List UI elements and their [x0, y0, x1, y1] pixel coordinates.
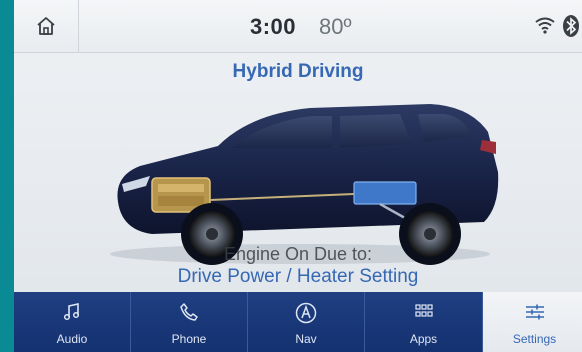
nav-settings[interactable]: Settings	[483, 292, 582, 352]
nav-navigation[interactable]: Nav	[248, 292, 365, 352]
bottom-nav: Audio Phone Nav Apps Settings	[14, 292, 582, 352]
navigation-icon	[295, 302, 317, 324]
nav-label: Phone	[171, 332, 207, 346]
apps-grid-icon	[414, 304, 433, 317]
page-title: Hybrid Driving	[232, 61, 364, 82]
wifi-icon	[535, 17, 555, 34]
home-button[interactable]	[14, 0, 79, 52]
infotainment-screen: 3:00 80º Hybrid Driving Engine On Due to…	[14, 0, 582, 352]
phone-icon	[180, 303, 198, 321]
nav-label: Audio	[56, 332, 88, 346]
nav-apps[interactable]: Apps	[365, 292, 483, 352]
engine-status-text: Engine On Due to:	[223, 244, 373, 264]
sliders-icon	[525, 304, 544, 320]
nav-audio[interactable]: Audio	[14, 292, 131, 352]
outside-temperature: 80º	[319, 14, 352, 39]
engine-reason-text: Drive Power / Heater Setting	[177, 266, 419, 287]
status-bar: 3:00 80º	[14, 0, 582, 53]
nav-label: Apps	[409, 332, 438, 346]
hybrid-vehicle-illustration	[110, 104, 499, 265]
music-note-icon	[63, 303, 80, 321]
home-icon	[37, 17, 55, 35]
nav-label: Nav	[295, 332, 317, 346]
clock: 3:00	[250, 14, 297, 39]
nav-phone[interactable]: Phone	[131, 292, 248, 352]
nav-label: Settings	[512, 332, 557, 346]
bluetooth-icon	[563, 15, 579, 37]
